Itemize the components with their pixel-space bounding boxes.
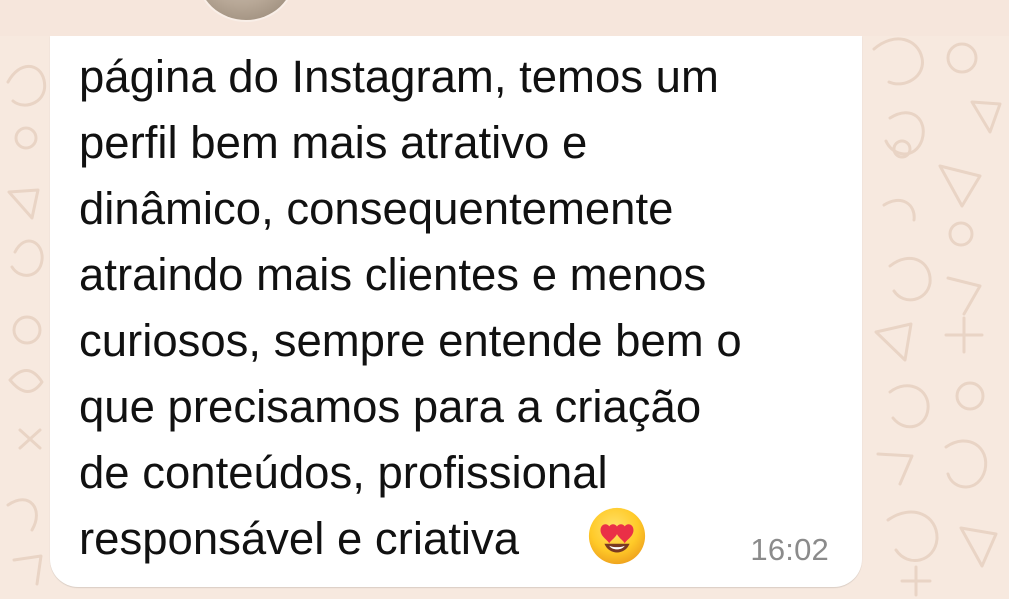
incoming-message-bubble: página do Instagram, temos um perfil bem… bbox=[50, 36, 862, 587]
message-text: página do Instagram, temos um perfil bem… bbox=[79, 51, 742, 564]
message-timestamp: 16:02 bbox=[750, 532, 829, 567]
heart-eyes-emoji-icon bbox=[588, 507, 646, 565]
chat-header-strip bbox=[0, 0, 1009, 36]
